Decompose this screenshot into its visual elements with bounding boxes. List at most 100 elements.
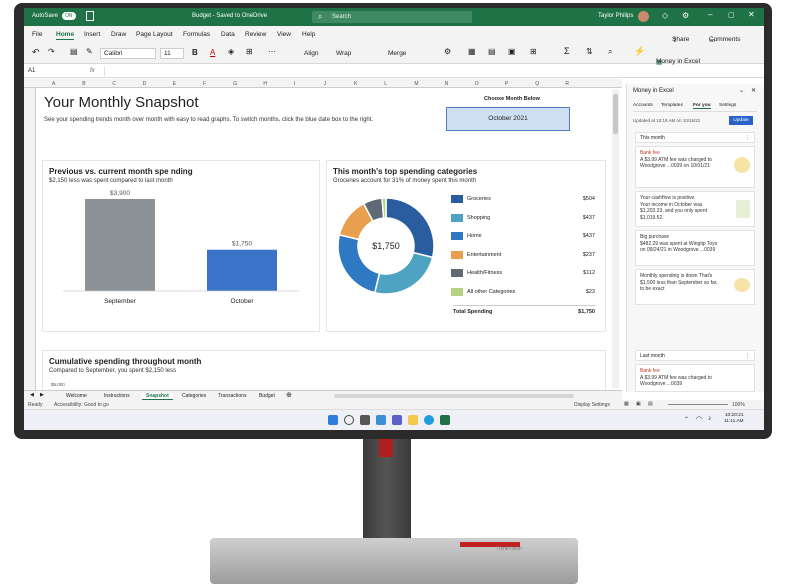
more-icon[interactable]: ⋯ [268,47,276,56]
edge-icon[interactable] [424,415,434,425]
clipboard-icon[interactable]: ▤ [70,47,78,56]
vertical-scrollbar[interactable] [612,90,619,388]
pane-close-icon[interactable]: ✕ [751,87,756,94]
name-box[interactable]: A1 [28,68,35,74]
insight-card-big-purchase[interactable]: Big purchase $482.29 was spent at Wingti… [635,230,755,266]
column-header-a[interactable]: A [52,81,55,87]
tab-page-layout[interactable]: Page Layout [136,31,173,38]
page-layout-view-icon[interactable]: ▣ [636,401,641,407]
pane-tab-for-you[interactable]: For you [693,103,711,109]
tab-insert[interactable]: Insert [84,31,100,38]
add-sheet-icon[interactable]: ⊕ [286,391,292,399]
windows-start-icon[interactable] [328,415,338,425]
zoom-level[interactable]: 100% [732,402,745,408]
column-header-d[interactable]: D [143,81,147,87]
insert-cells-icon[interactable]: ⊞ [530,47,537,56]
widgets-icon[interactable] [376,415,386,425]
conditional-format-icon[interactable]: ▦ [468,47,476,56]
font-size-select[interactable]: 11 [160,48,184,59]
undo-icon[interactable]: ↶ [32,47,40,58]
tab-view[interactable]: View [277,31,291,38]
redo-icon[interactable]: ↷ [48,47,55,56]
page-break-view-icon[interactable]: ▤ [648,401,653,407]
search-input[interactable]: ⌕ Search [312,11,472,23]
user-name[interactable]: Taylor Philips [598,13,633,19]
formula-input[interactable] [104,67,760,76]
table-format-icon[interactable]: ▤ [488,47,496,56]
save-icon[interactable] [86,11,94,21]
pane-tab-accounts[interactable]: Accounts [633,103,653,108]
fill-color-icon[interactable]: ◈ [228,47,234,56]
column-header-o[interactable]: O [475,81,479,87]
find-icon[interactable]: ⌕ [608,47,612,57]
column-header-m[interactable]: M [414,81,418,87]
pane-tab-settings[interactable]: Settings [719,103,736,108]
sheet-tab-snapshot[interactable]: Snapshot [142,393,173,400]
prev-sheet-icon[interactable]: ◀ [30,392,34,398]
horizontal-scrollbar[interactable] [334,394,574,398]
month-selector[interactable]: October 2021 [446,107,570,131]
display-settings-button[interactable]: Display Settings [574,402,610,408]
column-header-j[interactable]: J [324,81,327,87]
autosave-toggle[interactable]: ON [62,12,76,20]
pane-options-icon[interactable]: ⌄ [739,87,744,94]
font-color-button[interactable]: A [210,48,215,57]
accessibility-status[interactable]: Accessibility: Good to go [54,402,109,408]
tab-home[interactable]: Home [56,31,75,40]
update-button[interactable]: Update [729,116,753,125]
column-header-n[interactable]: N [445,81,449,87]
cell-styles-icon[interactable]: ▣ [508,47,516,56]
pane-tab-templates[interactable]: Templates [661,103,683,108]
maximize-button[interactable]: ▢ [728,11,735,19]
autosum-icon[interactable]: Σ [564,46,570,56]
volume-icon[interactable]: ♪ [708,415,712,422]
zoom-slider[interactable] [668,404,728,405]
close-button[interactable]: ✕ [748,10,755,19]
tab-draw[interactable]: Draw [111,31,126,38]
tab-formulas[interactable]: Formulas [183,31,210,38]
column-header-g[interactable]: G [233,81,237,87]
tray-chevron-icon[interactable]: ⌃ [684,416,689,423]
tab-help[interactable]: Help [302,31,315,38]
diamond-icon[interactable]: ◇ [662,11,668,20]
column-header-i[interactable]: I [294,81,295,87]
insight-card-spending-down[interactable]: Monthly spending is down That's $1,500 l… [635,269,755,305]
avatar[interactable] [638,11,649,22]
sheet-tab-categories[interactable]: Categories [182,393,206,399]
tab-data[interactable]: Data [221,31,235,38]
excel-icon[interactable] [440,415,450,425]
sheet-tab-transactions[interactable]: Transactions [218,393,246,399]
last-month-menu-icon[interactable]: ⋮ [745,353,750,359]
fx-icon[interactable]: fx [90,68,95,74]
column-header-p[interactable]: P [505,81,508,87]
column-header-b[interactable]: B [82,81,85,87]
next-sheet-icon[interactable]: ▶ [40,392,44,398]
tab-review[interactable]: Review [245,31,266,38]
wrap-button[interactable]: Wrap [336,50,351,57]
spreadsheet-grid[interactable]: Your Monthly Snapshot See your spending … [36,88,622,390]
sheet-tab-budget[interactable]: Budget [259,393,275,399]
normal-view-icon[interactable]: ▦ [624,401,629,407]
font-name-select[interactable]: Calibri [100,48,156,59]
taskbar-search-icon[interactable] [344,415,354,425]
minimize-button[interactable]: – [708,10,712,19]
clock[interactable]: 10:20:21 11:11 AM [724,413,744,425]
align-button[interactable]: Align [304,50,318,57]
file-explorer-icon[interactable] [408,415,418,425]
sort-filter-icon[interactable]: ⇅ [586,47,593,56]
column-header-r[interactable]: R [565,81,569,87]
bold-button[interactable]: B [192,48,198,57]
merge-button[interactable]: Merge [388,50,406,57]
column-header-l[interactable]: L [384,81,387,87]
sheet-tab-welcome[interactable]: Welcome [66,393,87,399]
column-header-k[interactable]: K [354,81,357,87]
scrollbar-thumb[interactable] [613,94,618,134]
wifi-icon[interactable]: ◠ [696,415,702,423]
column-header-e[interactable]: E [173,81,176,87]
tab-file[interactable]: File [32,31,42,38]
insight-card-cashflow[interactable]: Your cashflow is positive Your income in… [635,191,755,227]
task-view-icon[interactable] [360,415,370,425]
number-format-icon[interactable]: ⚙ [444,47,451,56]
sheet-tab-instructions[interactable]: Instructions [104,393,130,399]
borders-icon[interactable]: ⊞ [246,47,253,56]
